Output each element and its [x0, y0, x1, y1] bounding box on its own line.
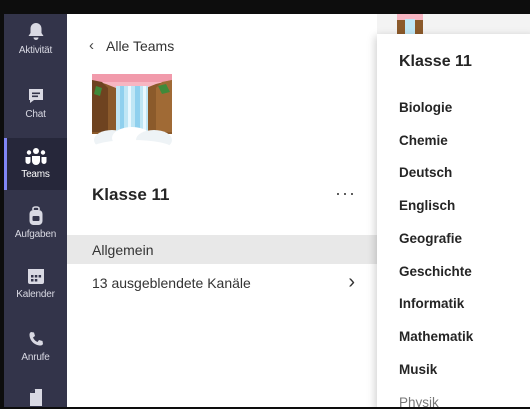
team-avatar-peek: [397, 14, 423, 34]
more-options-button[interactable]: ···: [335, 183, 356, 204]
chevron-left-icon: ‹: [89, 37, 94, 54]
phone-icon: [24, 327, 48, 351]
rail-item-activity[interactable]: Aktivität: [4, 14, 67, 66]
dropdown-item[interactable]: Musik: [399, 362, 437, 377]
rail-item-label: Aktivität: [18, 45, 53, 56]
back-to-all-teams-link[interactable]: ‹ Alle Teams: [89, 37, 174, 54]
team-name: Klasse 11: [92, 185, 170, 204]
backpack-icon: [24, 204, 48, 228]
hidden-channels-row[interactable]: 13 ausgeblendete Kanäle ›: [67, 268, 377, 297]
dropdown-item[interactable]: Deutsch: [399, 165, 452, 180]
team-avatar: [92, 74, 172, 156]
rail-item-assignments[interactable]: Aufgaben: [4, 198, 67, 250]
window-frame-top: [0, 0, 530, 14]
team-switcher-dropdown: Klasse 11 Biologie Chemie Deutsch Englis…: [377, 34, 530, 409]
file-icon: [24, 386, 48, 408]
chat-icon: [24, 84, 48, 108]
rail-item-chat[interactable]: Chat: [4, 78, 67, 130]
dropdown-title: Klasse 11: [399, 53, 472, 70]
rail-item-label: Aufgaben: [14, 229, 57, 240]
rail-item-files[interactable]: [4, 378, 67, 408]
rail-item-label: Kalender: [16, 289, 55, 300]
rail-item-label: Chat: [25, 109, 46, 120]
rail-item-label: Anrufe: [21, 352, 50, 363]
dropdown-item[interactable]: Englisch: [399, 198, 455, 213]
rail-item-teams[interactable]: Teams: [4, 138, 67, 190]
rail-item-label: Teams: [21, 169, 50, 180]
app-rail: Aktivität Chat Teams Aufgaben Kalender A…: [4, 14, 67, 407]
calendar-icon: [24, 264, 48, 288]
dropdown-item[interactable]: Geschichte: [399, 264, 472, 279]
dropdown-item[interactable]: Chemie: [399, 133, 448, 148]
chevron-right-icon: ›: [348, 271, 355, 293]
team-pane: ‹ Alle Teams Klasse 11 ··· Allgemein 13 …: [67, 14, 377, 407]
rail-item-calendar[interactable]: Kalender: [4, 258, 67, 310]
channel-label: Allgemein: [92, 241, 154, 258]
hidden-channels-label: 13 ausgeblendete Kanäle: [92, 274, 251, 291]
dropdown-item[interactable]: Mathematik: [399, 329, 473, 344]
bell-icon: [24, 20, 48, 44]
teams-icon: [24, 144, 48, 168]
rail-item-calls[interactable]: Anrufe: [4, 321, 67, 373]
dropdown-item[interactable]: Informatik: [399, 296, 464, 311]
dropdown-item[interactable]: Biologie: [399, 100, 452, 115]
channel-general[interactable]: Allgemein: [67, 235, 377, 264]
dropdown-item[interactable]: Geografie: [399, 231, 462, 246]
back-link-label: Alle Teams: [106, 37, 175, 54]
